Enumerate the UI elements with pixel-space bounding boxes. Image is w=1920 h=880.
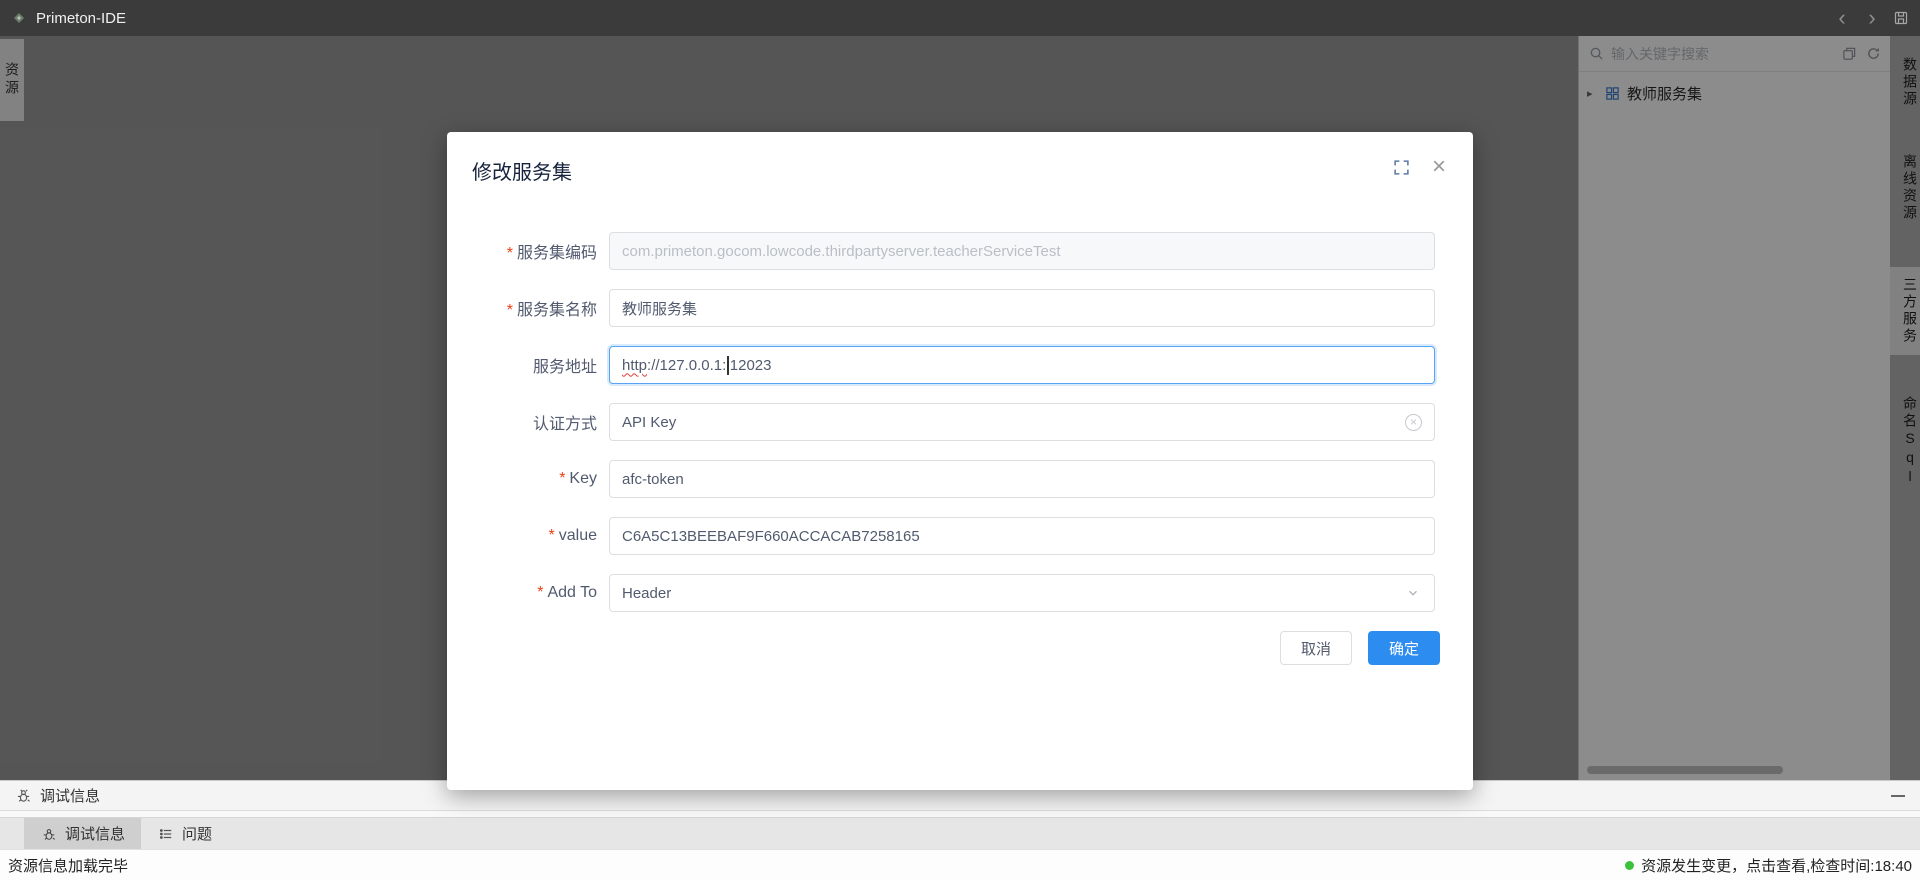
cancel-button[interactable]: 取消 bbox=[1280, 631, 1352, 665]
debug-icon bbox=[40, 825, 58, 843]
primeton-ide-window: Primeton-IDE ‹ › 资源 bbox=[0, 0, 1920, 880]
field-label: Key bbox=[447, 470, 609, 488]
auth-method-select[interactable]: API Key × bbox=[609, 403, 1435, 441]
status-right-text: 资源发生变更，点击查看,检查时间:18:40 bbox=[1641, 855, 1912, 876]
field-label: value bbox=[447, 527, 609, 545]
status-dot bbox=[1625, 861, 1634, 870]
titlebar: Primeton-IDE ‹ › bbox=[0, 0, 1920, 36]
address-port-text: 12023 bbox=[730, 357, 772, 374]
status-left-text: 资源信息加载完毕 bbox=[8, 855, 128, 876]
list-icon bbox=[157, 825, 175, 843]
dialog-actions: 取消 确定 bbox=[447, 631, 1440, 665]
fullscreen-icon[interactable] bbox=[1392, 158, 1410, 176]
add-to-value: Header bbox=[622, 585, 671, 602]
service-code-input bbox=[609, 232, 1435, 270]
field-row-service-name: 服务集名称 bbox=[447, 289, 1435, 327]
address-host-text: ://127.0.0.1: bbox=[647, 357, 726, 374]
field-row-auth-method: 认证方式 API Key × bbox=[447, 403, 1435, 441]
tab-debug-info[interactable]: 调试信息 bbox=[24, 818, 141, 849]
field-label: 服务集编码 bbox=[447, 239, 609, 263]
debug-icon bbox=[14, 787, 32, 805]
field-row-key: Key bbox=[447, 460, 1435, 498]
field-label: Add To bbox=[447, 584, 609, 602]
status-right-group[interactable]: 资源发生变更，点击查看,检查时间:18:40 bbox=[1625, 855, 1912, 876]
statusbar: 资源信息加载完毕 资源发生变更，点击查看,检查时间:18:40 bbox=[0, 849, 1920, 880]
clear-icon[interactable]: × bbox=[1405, 414, 1422, 431]
add-to-select[interactable]: Header bbox=[609, 574, 1435, 612]
panel-resize-handle[interactable] bbox=[0, 811, 1920, 818]
key-input[interactable] bbox=[609, 460, 1435, 498]
text-cursor bbox=[727, 356, 729, 375]
field-row-add-to: Add To Header bbox=[447, 574, 1435, 612]
tab-label: 调试信息 bbox=[65, 823, 125, 844]
minimize-icon[interactable] bbox=[1890, 788, 1906, 804]
bottom-tab-bar: 调试信息 问题 bbox=[0, 818, 1920, 849]
nav-forward-icon[interactable]: › bbox=[1862, 8, 1882, 28]
field-label: 服务集名称 bbox=[447, 296, 609, 320]
service-name-input[interactable] bbox=[609, 289, 1435, 327]
chevron-down-icon bbox=[1404, 584, 1422, 602]
field-label: 服务地址 bbox=[447, 353, 609, 377]
edit-service-set-dialog: 修改服务集 × 服务集编码 服务集名称 服务地址 http://127.0.0.… bbox=[447, 132, 1473, 790]
nav-back-icon[interactable]: ‹ bbox=[1832, 8, 1852, 28]
titlebar-actions: ‹ › bbox=[1832, 8, 1910, 28]
app-title: Primeton-IDE bbox=[36, 10, 126, 27]
field-label: 认证方式 bbox=[447, 410, 609, 434]
auth-method-value: API Key bbox=[622, 414, 676, 431]
address-protocol-text: http bbox=[622, 357, 647, 374]
debug-header-label: 调试信息 bbox=[40, 785, 100, 806]
field-row-service-address: 服务地址 http://127.0.0.1:12023 bbox=[447, 346, 1435, 384]
tab-label: 问题 bbox=[182, 823, 212, 844]
ok-button[interactable]: 确定 bbox=[1368, 631, 1440, 665]
service-address-input[interactable]: http://127.0.0.1:12023 bbox=[609, 346, 1435, 384]
field-row-value: value bbox=[447, 517, 1435, 555]
value-input[interactable] bbox=[609, 517, 1435, 555]
save-layout-icon[interactable] bbox=[1892, 9, 1910, 27]
tab-problems[interactable]: 问题 bbox=[141, 818, 228, 849]
dialog-title: 修改服务集 bbox=[472, 158, 1473, 188]
close-icon[interactable]: × bbox=[1430, 158, 1448, 176]
app-logo-icon bbox=[10, 9, 28, 27]
field-row-service-code: 服务集编码 bbox=[447, 232, 1435, 270]
